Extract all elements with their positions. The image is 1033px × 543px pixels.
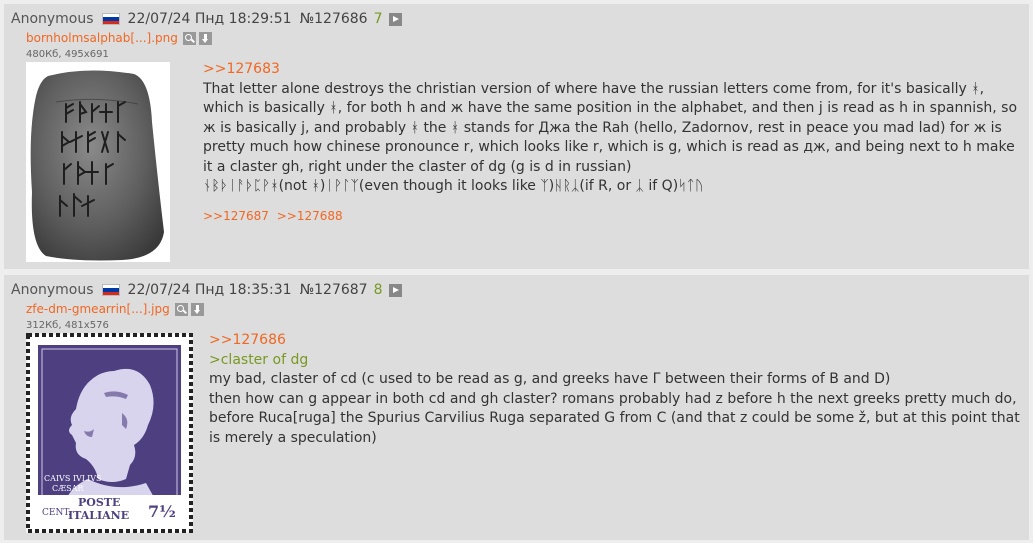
backlinks: >>127687 >>127688 (203, 207, 1023, 227)
post-body: >>127686 >claster of dg my bad, claster … (209, 331, 1024, 448)
post-text-runes: ᚾᛒᚦᛁᚨᚦᛈᚹᚼ(not ᚼ)ᛁᚹᛚᛉ(even though it look… (203, 178, 704, 194)
post-image-thumbnail[interactable] (26, 62, 170, 262)
post-image-thumbnail[interactable]: CAIVS IVLIVS CÆSAR CENT. POSTE ITALIANE … (26, 333, 193, 533)
stamp-image: CAIVS IVLIVS CÆSAR CENT. POSTE ITALIANE … (26, 333, 193, 533)
file-meta: 480Кб, 495x691 (26, 49, 109, 60)
runestone-image (26, 62, 170, 262)
post-number[interactable]: №127686 (300, 11, 368, 27)
post-number[interactable]: №127687 (300, 282, 368, 298)
stamp-poste: POSTE (78, 496, 120, 509)
file-name-link[interactable]: bornholmsalphab[...].png (26, 31, 178, 45)
post: Anonymous 22/07/24 Пнд 18:35:31 №127687 … (4, 275, 1029, 540)
post-date: 22/07/24 Пнд 18:29:51 (127, 11, 292, 27)
reply-count: 7 (373, 11, 383, 27)
download-icon[interactable] (190, 302, 204, 316)
image-search-icon[interactable] (182, 31, 196, 45)
reply-count: 8 (373, 282, 383, 298)
download-icon[interactable] (198, 31, 212, 45)
file-info: zfe-dm-gmearrin[...].jpg (26, 302, 207, 316)
post-date: 22/07/24 Пнд 18:35:31 (127, 282, 292, 298)
backlink[interactable]: >>127688 (277, 209, 343, 223)
post-body: >>127683 That letter alone destroys the … (203, 60, 1023, 226)
post-text: then how can g appear in both cd and gh … (209, 390, 1020, 446)
file-info: bornholmsalphab[...].png (26, 31, 215, 45)
reply-link[interactable]: >>127683 (203, 61, 280, 77)
post-text: my bad, claster of cd (c used to be read… (209, 371, 891, 387)
backlink[interactable]: >>127687 (203, 209, 269, 223)
image-search-icon[interactable] (174, 302, 188, 316)
stamp-italiane: ITALIANE (68, 509, 129, 522)
post-header: Anonymous 22/07/24 Пнд 18:35:31 №127687 … (11, 281, 402, 299)
poster-name: Anonymous (11, 282, 94, 298)
reply-link[interactable]: >>127686 (209, 332, 286, 348)
stamp-caption: CÆSAR (52, 484, 84, 493)
file-meta: 312Кб, 481x576 (26, 320, 109, 331)
post: Anonymous 22/07/24 Пнд 18:29:51 №127686 … (4, 4, 1029, 269)
russia-flag-icon (101, 284, 120, 296)
stamp-caption: CAIVS IVLIVS (44, 474, 102, 483)
file-name-link[interactable]: zfe-dm-gmearrin[...].jpg (26, 302, 170, 316)
stamp-value: 7½ (148, 502, 176, 521)
greentext-quote: >claster of dg (209, 351, 309, 368)
stamp-denomination-prefix: CENT. (42, 508, 71, 518)
play-icon[interactable] (388, 283, 402, 297)
poster-name: Anonymous (11, 11, 94, 27)
post-text: That letter alone destroys the christian… (203, 80, 1018, 175)
post-header: Anonymous 22/07/24 Пнд 18:29:51 №127686 … (11, 10, 402, 28)
russia-flag-icon (101, 13, 120, 25)
play-icon[interactable] (388, 12, 402, 26)
